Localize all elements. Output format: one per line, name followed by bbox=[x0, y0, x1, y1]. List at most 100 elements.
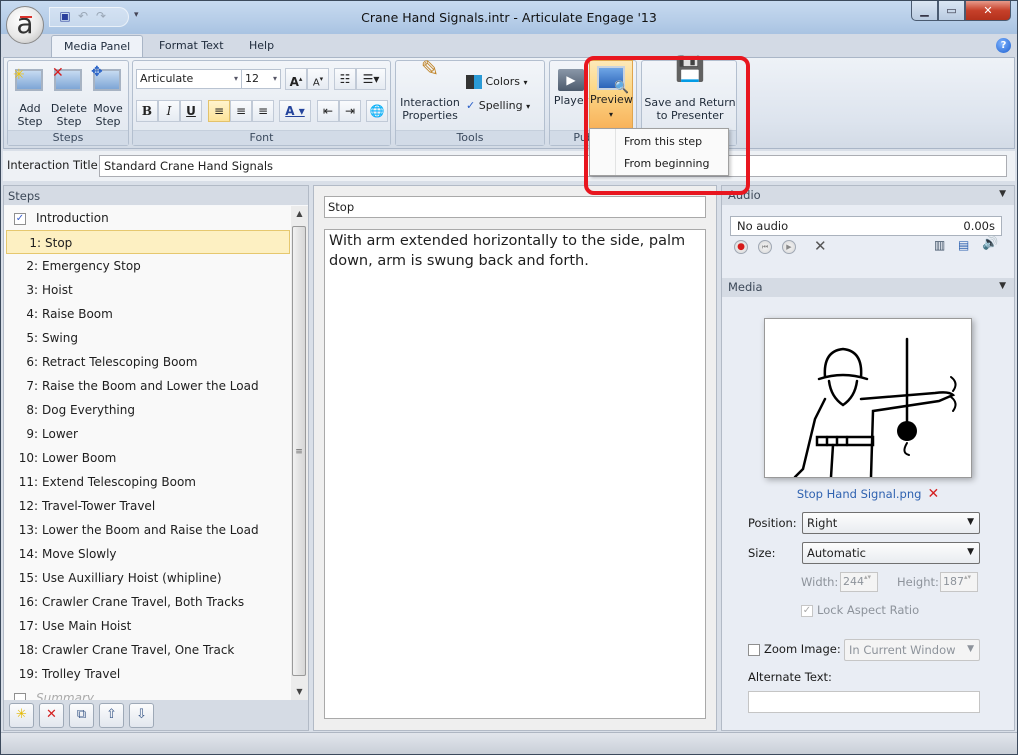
maximize-button[interactable]: ▭ bbox=[938, 1, 965, 21]
interaction-title-input[interactable]: Standard Crane Hand Signals bbox=[99, 155, 1007, 177]
lock-aspect-ratio[interactable]: ✓ Lock Aspect Ratio bbox=[801, 603, 919, 617]
move-up-button[interactable]: ⇧ bbox=[99, 703, 124, 728]
step-title-input[interactable]: Stop bbox=[324, 196, 706, 218]
step-item[interactable]: 12: Travel-Tower Travel bbox=[4, 494, 292, 518]
app-menu-button[interactable]: a bbox=[6, 6, 44, 44]
audio-header[interactable]: Audio ▼ bbox=[722, 186, 1014, 205]
font-color-button[interactable]: A ▾ bbox=[279, 100, 311, 122]
media-file-link[interactable]: Stop Hand Signal.png ✕ bbox=[722, 486, 1014, 502]
undo-icon[interactable]: ↶ bbox=[74, 9, 92, 25]
step-label: Travel-Tower Travel bbox=[42, 499, 156, 513]
collapse-icon[interactable]: ▼ bbox=[999, 281, 1006, 291]
step-item[interactable]: 15: Use Auxilliary Hoist (whipline) bbox=[4, 566, 292, 590]
size-select[interactable]: Automatic ▼ bbox=[802, 542, 980, 564]
step-item[interactable]: 3: Hoist bbox=[4, 278, 292, 302]
move-down-button[interactable]: ⇩ bbox=[129, 703, 154, 728]
record-button[interactable]: ● bbox=[734, 240, 748, 254]
import-audio-icon[interactable]: 🔊 bbox=[982, 236, 998, 251]
bullets-button[interactable]: ☷ bbox=[334, 68, 356, 90]
redo-icon[interactable]: ↷ bbox=[92, 9, 110, 25]
move-step-button[interactable]: ✥ Move Step bbox=[90, 63, 126, 128]
steps-scrollbar[interactable]: ▲ ≡ ▼ bbox=[291, 206, 308, 700]
font-size-combo[interactable]: 12 ▾ bbox=[241, 69, 281, 89]
step-item[interactable]: 7: Raise the Boom and Lower the Load bbox=[4, 374, 292, 398]
tab-help[interactable]: Help bbox=[237, 35, 286, 57]
position-select[interactable]: Right ▼ bbox=[802, 512, 980, 534]
italic-button[interactable]: I bbox=[158, 100, 180, 122]
step-item[interactable]: 17: Use Main Hoist bbox=[4, 614, 292, 638]
step-item[interactable]: 2: Emergency Stop bbox=[4, 254, 292, 278]
step-item[interactable]: 13: Lower the Boom and Raise the Load bbox=[4, 518, 292, 542]
increase-indent-button[interactable]: ⇥ bbox=[339, 100, 361, 122]
step-item[interactable]: 1: Stop bbox=[6, 230, 290, 254]
grow-font-button[interactable]: A▴ bbox=[285, 68, 307, 90]
step-item[interactable]: 6: Retract Telescoping Boom bbox=[4, 350, 292, 374]
add-step-small-button[interactable]: ✳ bbox=[9, 703, 34, 728]
minimize-button[interactable]: ▁ bbox=[911, 1, 938, 21]
audio-properties-icon[interactable]: ▤ bbox=[958, 238, 969, 252]
help-icon[interactable]: ? bbox=[996, 38, 1011, 53]
media-header[interactable]: Media ▼ bbox=[722, 278, 1014, 297]
media-thumbnail[interactable] bbox=[764, 318, 972, 479]
step-item[interactable]: 9: Lower bbox=[4, 422, 292, 446]
colors-button[interactable]: Colors ▾ bbox=[466, 75, 527, 89]
delete-audio-icon[interactable]: ✕ bbox=[814, 237, 827, 255]
introduction-checkbox[interactable]: ✓ bbox=[14, 212, 26, 225]
customize-toolbar-icon[interactable]: ▾ bbox=[134, 10, 139, 20]
delete-step-small-button[interactable]: ✕ bbox=[39, 703, 64, 728]
save-return-button[interactable]: 💾 Save and Return to Presenter bbox=[644, 57, 736, 122]
preview-button[interactable]: 🔍 Preview ▾ bbox=[589, 60, 633, 130]
align-right-button[interactable]: ≡ bbox=[252, 100, 274, 122]
step-item[interactable]: 8: Dog Everything bbox=[4, 398, 292, 422]
step-summary[interactable]: Summary bbox=[4, 686, 292, 700]
step-item[interactable]: 5: Swing bbox=[4, 326, 292, 350]
step-item[interactable]: 18: Crawler Crane Travel, One Track bbox=[4, 638, 292, 662]
lock-aspect-checkbox[interactable]: ✓ bbox=[801, 604, 813, 617]
interaction-properties-button[interactable]: ✎ Interaction Properties bbox=[399, 59, 461, 123]
delete-step-button[interactable]: ✕ Delete Step bbox=[50, 63, 88, 128]
save-icon[interactable]: ▣ bbox=[56, 9, 74, 25]
alternate-text-input[interactable] bbox=[748, 691, 980, 713]
close-button[interactable]: ✕ bbox=[965, 1, 1011, 21]
hyperlink-button[interactable]: 🌐 bbox=[366, 100, 388, 122]
summary-checkbox[interactable] bbox=[14, 692, 26, 700]
audio-editor-icon[interactable]: ▥ bbox=[934, 238, 945, 252]
step-text-editor[interactable]: With arm extended horizontally to the si… bbox=[324, 229, 706, 719]
collapse-icon[interactable]: ▼ bbox=[999, 189, 1006, 199]
shrink-font-button[interactable]: A▾ bbox=[307, 68, 329, 90]
scroll-up-icon[interactable]: ▲ bbox=[291, 206, 308, 222]
zoom-mode-select[interactable]: In Current Window ▼ bbox=[844, 639, 980, 661]
menu-item-from-beginning[interactable]: From beginning bbox=[624, 157, 710, 170]
rewind-button[interactable]: ⏮ bbox=[758, 240, 772, 254]
align-center-button[interactable]: ≡ bbox=[230, 100, 252, 122]
spelling-button[interactable]: ✓ Spelling ▾ bbox=[466, 99, 530, 112]
step-item[interactable]: 10: Lower Boom bbox=[4, 446, 292, 470]
align-left-button[interactable]: ≡ bbox=[208, 100, 230, 122]
decrease-indent-button[interactable]: ⇤ bbox=[317, 100, 339, 122]
step-item[interactable]: 11: Extend Telescoping Boom bbox=[4, 470, 292, 494]
width-spinner[interactable]: 244 bbox=[840, 572, 878, 592]
play-button[interactable]: ▶ bbox=[782, 240, 796, 254]
step-item[interactable]: 4: Raise Boom bbox=[4, 302, 292, 326]
height-spinner[interactable]: 187 bbox=[940, 572, 978, 592]
step-item[interactable]: 14: Move Slowly bbox=[4, 542, 292, 566]
step-item[interactable]: 16: Crawler Crane Travel, Both Tracks bbox=[4, 590, 292, 614]
tab-format-text[interactable]: Format Text bbox=[147, 35, 236, 57]
zoom-image-option[interactable]: Zoom Image: bbox=[748, 642, 841, 656]
tab-media-panel[interactable]: Media Panel bbox=[51, 35, 144, 57]
step-item[interactable]: 19: Trolley Travel bbox=[4, 662, 292, 686]
add-step-button[interactable]: ✳ Add Step bbox=[12, 63, 48, 128]
step-introduction[interactable]: ✓ Introduction bbox=[4, 206, 292, 230]
scroll-down-icon[interactable]: ▼ bbox=[291, 684, 308, 700]
copy-step-button[interactable]: ⧉ bbox=[69, 703, 94, 728]
bold-button[interactable]: B bbox=[136, 100, 158, 122]
menu-item-from-this-step[interactable]: From this step bbox=[624, 135, 702, 148]
zoom-image-checkbox[interactable] bbox=[748, 643, 760, 656]
underline-button[interactable]: U bbox=[180, 100, 202, 122]
player-button[interactable]: ▶ Player bbox=[552, 63, 590, 107]
font-name-combo[interactable]: Articulate ▾ bbox=[136, 69, 242, 89]
numbering-button[interactable]: ☰▾ bbox=[356, 68, 386, 90]
scroll-thumb[interactable]: ≡ bbox=[292, 226, 306, 676]
step-label: Hoist bbox=[42, 283, 73, 297]
remove-media-icon[interactable]: ✕ bbox=[927, 486, 939, 502]
